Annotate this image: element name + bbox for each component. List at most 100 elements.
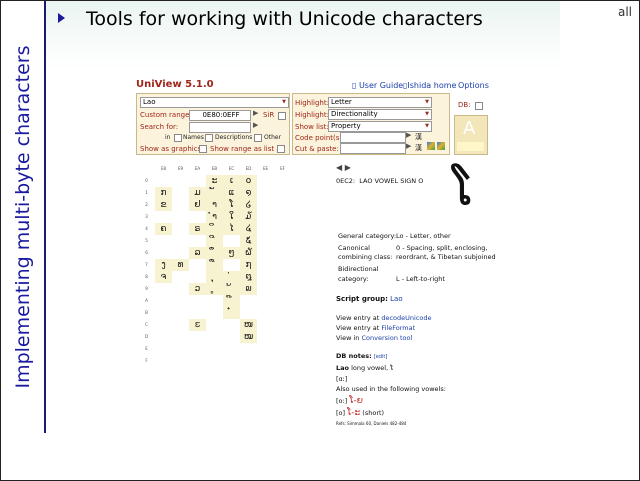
grid-cell[interactable]: ໃ <box>223 211 240 223</box>
block-select[interactable]: Lao <box>140 97 289 108</box>
convert-icon[interactable]: 漢 <box>415 132 422 142</box>
grid-cell[interactable]: ໗ <box>240 259 257 271</box>
grid-cell[interactable]: ມ <box>189 187 206 199</box>
grid-cell[interactable]: ໄ <box>223 223 240 235</box>
ishida-home-link[interactable]: ▯Ishida home <box>403 81 456 90</box>
grid-cell <box>223 259 240 271</box>
grid-cell[interactable]: ້ <box>223 283 240 295</box>
play-icon[interactable]: ▶ <box>406 131 411 139</box>
palette-icon[interactable] <box>427 142 435 150</box>
grid-row: 8 ຈຸ່໘ <box>138 271 291 283</box>
show-as-graphics-checkbox[interactable] <box>199 145 207 153</box>
grid-cell[interactable]: ັ <box>206 187 223 199</box>
grid-cell[interactable]: ໖ <box>240 247 257 259</box>
grid-cell <box>257 175 274 187</box>
grid-cell[interactable]: ໙ <box>240 283 257 295</box>
sir-checkbox[interactable] <box>278 112 286 120</box>
grid-cell[interactable]: ຢ <box>189 199 206 211</box>
highlight-select-1[interactable]: Letter <box>328 97 432 108</box>
palette-icon[interactable] <box>437 142 445 150</box>
grid-cell[interactable]: ່ <box>223 271 240 283</box>
note-lao-2: ໂ-ຍ <box>349 396 363 406</box>
grid-cell <box>223 343 240 355</box>
search-input[interactable] <box>189 122 251 133</box>
grid-cell[interactable]: ຬ <box>189 319 206 331</box>
descriptions-checkbox[interactable] <box>205 134 213 142</box>
play-icon[interactable]: ▶ <box>406 142 411 150</box>
view-entry-at-label: View entry at <box>336 324 380 332</box>
grid-cell[interactable]: ໔ <box>240 223 257 235</box>
grid-cell[interactable]: ຸ <box>206 271 223 283</box>
names-checkbox[interactable] <box>174 134 182 142</box>
grid-cell[interactable]: ກ <box>155 187 172 199</box>
nav-arrows-icon[interactable]: ◀ ▶ <box>336 163 351 172</box>
slide-title: Tools for working with Unicode character… <box>86 8 483 30</box>
options-link[interactable]: Options <box>458 81 489 90</box>
grid-cell[interactable]: ູ <box>206 283 223 295</box>
conversion-tool-link[interactable]: Conversion tool <box>362 334 413 342</box>
code-points-input[interactable] <box>340 132 406 143</box>
highlight-label-2: Highlight: <box>295 111 329 119</box>
grid-cell <box>274 271 291 283</box>
user-guide-link[interactable]: ▯ User Guide <box>352 81 403 90</box>
grid-cell[interactable]: ໂ <box>223 199 240 211</box>
grid-row: 0 ະເ໐ <box>138 175 291 187</box>
grid-cell[interactable]: ລ <box>189 247 206 259</box>
grid-cell[interactable]: ແ <box>223 187 240 199</box>
grid-cell[interactable]: ໐ <box>240 175 257 187</box>
highlight-select-2[interactable]: Directionality <box>328 109 432 120</box>
grid-col-header: E9 <box>177 166 184 171</box>
grid-cell[interactable]: ຳ <box>206 211 223 223</box>
grid-cell[interactable]: ໜ <box>240 319 257 331</box>
play-icon[interactable]: ▶ <box>253 109 258 117</box>
grid-cell[interactable]: ຣ <box>189 223 206 235</box>
edit-link[interactable]: [edit] <box>374 354 388 360</box>
grid-cell <box>172 235 189 247</box>
file-format-link[interactable]: FileFormat <box>381 324 415 332</box>
grid-cell[interactable]: ເ <box>223 175 240 187</box>
grid-cell[interactable]: ໑ <box>240 187 257 199</box>
other-checkbox[interactable] <box>254 134 262 142</box>
show-list-select[interactable]: Property <box>328 121 432 132</box>
grid-cell[interactable]: ທ <box>172 259 189 271</box>
grid-cell <box>155 319 172 331</box>
grid-cell[interactable]: ໕ <box>240 235 257 247</box>
grid-cell[interactable]: ຶ <box>206 247 223 259</box>
grid-cell[interactable]: ະ <box>206 175 223 187</box>
cut-paste-label: Cut & paste: <box>295 145 339 153</box>
convert-icon[interactable]: 漢 <box>415 143 422 153</box>
decode-unicode-link[interactable]: decodeUnicode <box>381 314 431 322</box>
note-ipa-1: [ɑː] <box>336 375 348 383</box>
script-group-link[interactable]: Lao <box>390 295 402 303</box>
bullet-arrow-icon <box>58 13 65 23</box>
grid-cell[interactable]: ໆ <box>223 247 240 259</box>
grid-cell[interactable]: ໋ <box>223 307 240 319</box>
grid-header-row: E8 E9 EA EB EC ED EE EF <box>138 163 291 175</box>
play-icon[interactable]: ▶ <box>253 121 258 129</box>
grid-cell[interactable]: ຈ <box>155 271 172 283</box>
grid-cell[interactable]: ໓ <box>240 211 257 223</box>
vertical-title: Implementing multi-byte characters <box>12 45 34 389</box>
grid-cell <box>155 235 172 247</box>
grid-cell[interactable]: ໒ <box>240 199 257 211</box>
grid-cell[interactable]: ໊ <box>223 295 240 307</box>
db-checkbox[interactable] <box>475 102 483 110</box>
grid-cell[interactable]: ວ <box>189 283 206 295</box>
custom-range-field[interactable]: 0E80:0EFF <box>189 110 251 121</box>
grid-cell[interactable]: ື <box>206 259 223 271</box>
grid-cell[interactable]: ິ <box>206 223 223 235</box>
grid-cell[interactable]: ຂ <box>155 199 172 211</box>
grid-cell[interactable]: ີ <box>206 235 223 247</box>
grid-cell <box>274 211 291 223</box>
grid-cell[interactable]: ໘ <box>240 271 257 283</box>
grid-cell[interactable]: ໝ <box>240 331 257 343</box>
show-range-as-list-checkbox[interactable] <box>277 145 285 153</box>
grid-cell <box>240 307 257 319</box>
cut-paste-input[interactable] <box>340 143 406 154</box>
sample-char-field[interactable] <box>457 142 484 151</box>
view-entry-fileformat: View entry at FileFormat <box>336 324 415 332</box>
grid-row: 7 ງທື ໗ <box>138 259 291 271</box>
grid-cell[interactable]: າ <box>206 199 223 211</box>
grid-cell[interactable]: ງ <box>155 259 172 271</box>
grid-cell[interactable]: ຄ <box>155 223 172 235</box>
